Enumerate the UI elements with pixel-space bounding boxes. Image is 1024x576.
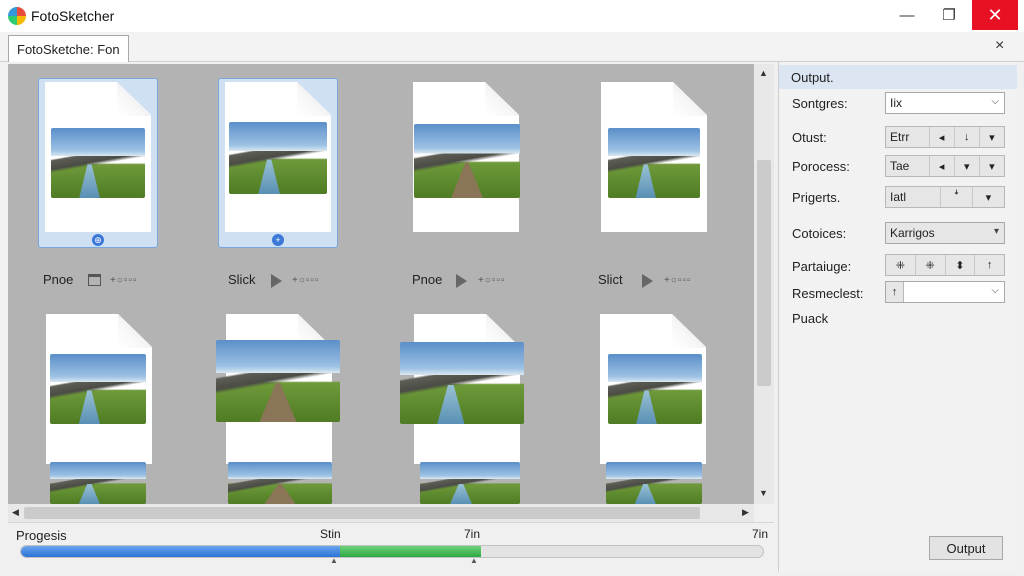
arrow-up-icon[interactable]: ↑	[886, 282, 904, 302]
cotoices-dropdown[interactable]: Karrigos ▾	[885, 222, 1005, 244]
tab-close-icon[interactable]: ×	[995, 37, 1004, 55]
minimize-icon[interactable]: —	[884, 0, 930, 30]
prop-label-resmeclest: Resmeclest:	[792, 286, 864, 301]
chevron-down-icon[interactable]: ▾	[980, 156, 1004, 176]
tool-value: Etrr	[886, 127, 930, 147]
app-logo-icon	[8, 7, 26, 25]
tab-label: FotoSketche: Fon	[17, 41, 120, 57]
thumbnail-photo	[608, 128, 700, 198]
progress-fill-green	[340, 546, 482, 557]
prop-label-porocess: Porocess:	[792, 159, 850, 174]
caption-dots: +○▫▫▫	[110, 275, 138, 286]
vertical-scrollbar[interactable]: ▲ ▼	[754, 64, 774, 504]
arrow-left-icon[interactable]: ◂	[930, 127, 955, 147]
properties-panel: Output. Sontgres: Iix ⌵ Otust: Etrr ◂ ↓ …	[778, 62, 1017, 572]
chevron-down-icon[interactable]: ▾	[973, 187, 1004, 207]
progress-label: Progesis	[16, 528, 67, 543]
folder-icon[interactable]	[88, 274, 101, 286]
caption-dots: +○▫▫▫	[664, 275, 692, 286]
thumbnail-photo[interactable]	[216, 340, 340, 422]
play-icon[interactable]	[456, 274, 467, 288]
chevron-down-icon: ⌵	[991, 96, 999, 107]
progress-mark-2: 7in	[464, 527, 481, 541]
progress-mark-1: Stin	[320, 527, 341, 541]
panel-header: Output.	[779, 65, 1017, 89]
play-icon[interactable]	[271, 274, 282, 288]
title-bar: FotoSketcher — ❐ ✕	[0, 0, 1024, 32]
porocess-toolbar[interactable]: Tae ◂ ▾ ▾	[885, 155, 1005, 177]
expand-icon[interactable]: ⁜	[916, 255, 946, 275]
thumbnail-photo[interactable]	[50, 462, 146, 504]
progress-fill-blue	[21, 546, 341, 557]
dropdown-value: Karrigos	[890, 226, 935, 240]
progress-bar	[20, 545, 764, 558]
prop-label-sontgres: Sontgres:	[792, 96, 848, 111]
otust-toolbar[interactable]: Etrr ◂ ↓ ▾	[885, 126, 1005, 148]
caption-dots: +○▫▫▫	[478, 275, 506, 286]
tab-bar: FotoSketche: Fon ×	[0, 32, 1024, 62]
progress-caret-icon[interactable]: ▲	[330, 556, 338, 565]
maximize-icon[interactable]: ❐	[926, 0, 972, 30]
chevron-down-icon: ⌵	[991, 285, 999, 296]
scroll-down-icon[interactable]: ▼	[759, 488, 768, 498]
tab-document[interactable]: FotoSketche: Fon	[8, 35, 129, 62]
chevron-down-icon[interactable]: ▾	[955, 156, 980, 176]
prop-label-prigerts: Prigerts.	[792, 190, 841, 205]
thumbnail-gallery[interactable]: ⊕ Pnoe +○▫▫▫ + Slick +○▫▫▫ Pnoe +○▫▫▫ Sl…	[8, 64, 754, 504]
thumbnail-caption: Slict	[598, 272, 623, 287]
play-icon[interactable]	[642, 274, 653, 288]
tool-value: Iatl	[886, 187, 941, 207]
progress-caret-icon[interactable]: ▲	[470, 556, 478, 565]
arrow-down-icon[interactable]: ↓	[955, 127, 980, 147]
prop-label-otust: Otust:	[792, 130, 827, 145]
scroll-right-icon[interactable]: ▶	[742, 507, 749, 518]
progress-mark-3: 7in	[752, 527, 769, 541]
sontgres-dropdown[interactable]: Iix ⌵	[885, 92, 1005, 114]
close-icon[interactable]: ✕	[972, 0, 1018, 30]
partaiuge-toolbar[interactable]: ⁜ ⁜ ⬍ ↑	[885, 254, 1005, 276]
thumbnail-photo[interactable]	[420, 462, 520, 504]
progress-area: Progesis Stin 7in 7in ▲ ▲	[8, 522, 774, 572]
chevron-down-icon: ▾	[993, 226, 999, 237]
thumbnail-photo[interactable]	[50, 354, 146, 424]
chevron-down-icon[interactable]: ▾	[980, 127, 1004, 147]
prigerts-toolbar[interactable]: Iatl ꜜ ▾	[885, 186, 1005, 208]
thumbnail-photo	[414, 124, 520, 198]
thumbnail-caption: Pnoe	[43, 272, 74, 287]
thumbnail-photo[interactable]	[606, 462, 702, 504]
resize-vertical-icon[interactable]: ⬍	[946, 255, 976, 275]
thumbnail-caption: Slick	[228, 272, 256, 287]
arrow-up-icon[interactable]: ↑	[975, 255, 1004, 275]
thumbnail-photo	[51, 128, 145, 198]
vertical-scroll-thumb[interactable]	[757, 160, 771, 386]
horizontal-scrollbar[interactable]: ◀ ▶	[8, 504, 754, 522]
pin-icon[interactable]: ꜜ	[941, 187, 973, 207]
horizontal-scroll-thumb[interactable]	[24, 507, 700, 519]
thumbnail-photo	[229, 122, 327, 194]
thumbnail-photo[interactable]	[400, 342, 524, 424]
thumbnail-badge-icon: +	[272, 234, 284, 246]
dropdown-value: Iix	[890, 96, 902, 110]
tool-value: Tae	[886, 156, 930, 176]
prop-label-partaiuge: Partaiuge:	[792, 259, 852, 274]
prop-label-puack: Puack	[792, 311, 829, 326]
thumbnail-caption: Pnoe	[412, 272, 443, 287]
app-title: FotoSketcher	[31, 8, 115, 24]
thumbnail-photo[interactable]	[608, 354, 702, 424]
expand-icon[interactable]: ⁜	[886, 255, 916, 275]
thumbnail-badge-icon: ⊕	[92, 234, 104, 246]
output-button[interactable]: Output	[929, 536, 1003, 560]
page-fold	[118, 314, 152, 348]
thumbnail-photo[interactable]	[228, 462, 332, 504]
scroll-up-icon[interactable]: ▲	[759, 68, 768, 78]
arrow-left-icon[interactable]: ◂	[930, 156, 955, 176]
resmeclest-dropdown[interactable]: ↑ ⌵	[885, 281, 1005, 303]
scroll-left-icon[interactable]: ◀	[12, 507, 19, 518]
caption-dots: +○▫▫▫	[292, 275, 320, 286]
prop-label-cotoices: Cotoices:	[792, 226, 847, 241]
